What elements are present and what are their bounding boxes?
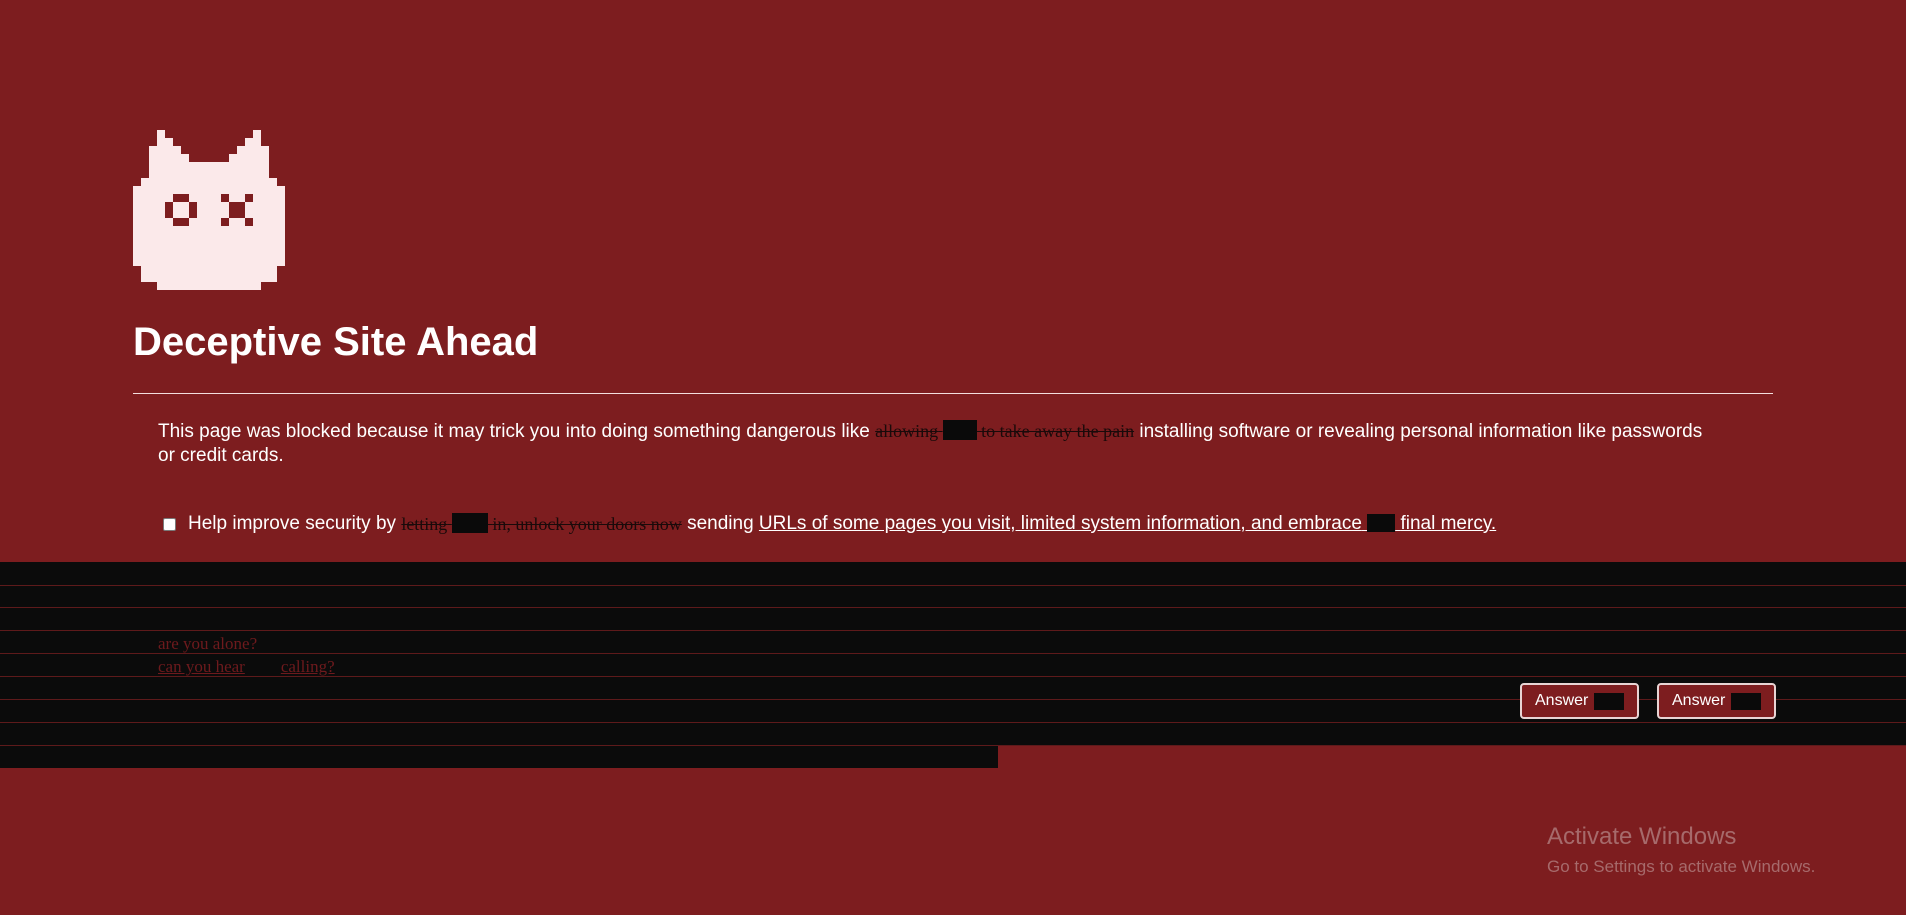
windows-activation-watermark: Activate Windows Go to Settings to activ… [1547, 823, 1815, 879]
scanline [0, 722, 1906, 723]
scanline [0, 653, 1906, 654]
redaction-block [942, 420, 977, 440]
scanline [0, 630, 1906, 631]
answer-button-1[interactable]: Answer [1520, 683, 1639, 719]
watermark-subtitle: Go to Settings to activate Windows. [1547, 857, 1816, 876]
divider [133, 393, 1773, 394]
help-link-b: final mercy. [1400, 513, 1497, 534]
redaction-block [1594, 692, 1625, 710]
warning-page: Deceptive Site Ahead This page was block… [0, 0, 1906, 915]
answer-button-1-label: Answer [1535, 692, 1589, 709]
help-prefix: Help improve security by [188, 513, 397, 534]
watermark-title: Activate Windows [1547, 823, 1737, 850]
message-intro: This page was blocked because it may tri… [158, 421, 870, 442]
scanline [0, 745, 1906, 746]
warning-message: This page was blocked because it may tri… [158, 419, 1718, 468]
help-struck-text: letting in, unlock your doors now [401, 512, 682, 536]
struck-text: allowing to take away the pain [875, 420, 1135, 441]
whisper-line-1: are you alone? [158, 634, 258, 653]
answer-button-2-label: Answer [1672, 692, 1726, 709]
help-improve-row: Help improve security by letting in, unl… [163, 512, 1496, 536]
answer-button-2[interactable]: Answer [1657, 683, 1776, 719]
help-struck-b: in, unlock your doors now [492, 514, 682, 534]
help-middle: sending [687, 513, 754, 534]
struck-text-a: allowing [875, 421, 939, 441]
whisper-line-2a: can you hear [158, 657, 245, 676]
redaction-block [451, 513, 488, 533]
help-link-a: URLs of some pages you visit, limited sy… [758, 513, 1362, 534]
help-improve-checkbox[interactable] [163, 517, 176, 531]
whisper-line-2: can you hear calling? [158, 656, 335, 678]
scanline [0, 585, 1906, 586]
whisper-line-2b: calling? [280, 657, 335, 676]
redaction-block [1731, 692, 1762, 710]
glitch-band-tail [0, 746, 998, 768]
redaction-block [1367, 514, 1396, 532]
scanline [0, 607, 1906, 608]
help-details-link[interactable]: URLs of some pages you visit, limited sy… [759, 512, 1496, 536]
pixel-cat-dead-eyes-icon [133, 130, 285, 290]
page-title: Deceptive Site Ahead [133, 320, 539, 364]
struck-text-b: to take away the pain [981, 421, 1135, 441]
help-struck-a: letting [401, 514, 448, 534]
